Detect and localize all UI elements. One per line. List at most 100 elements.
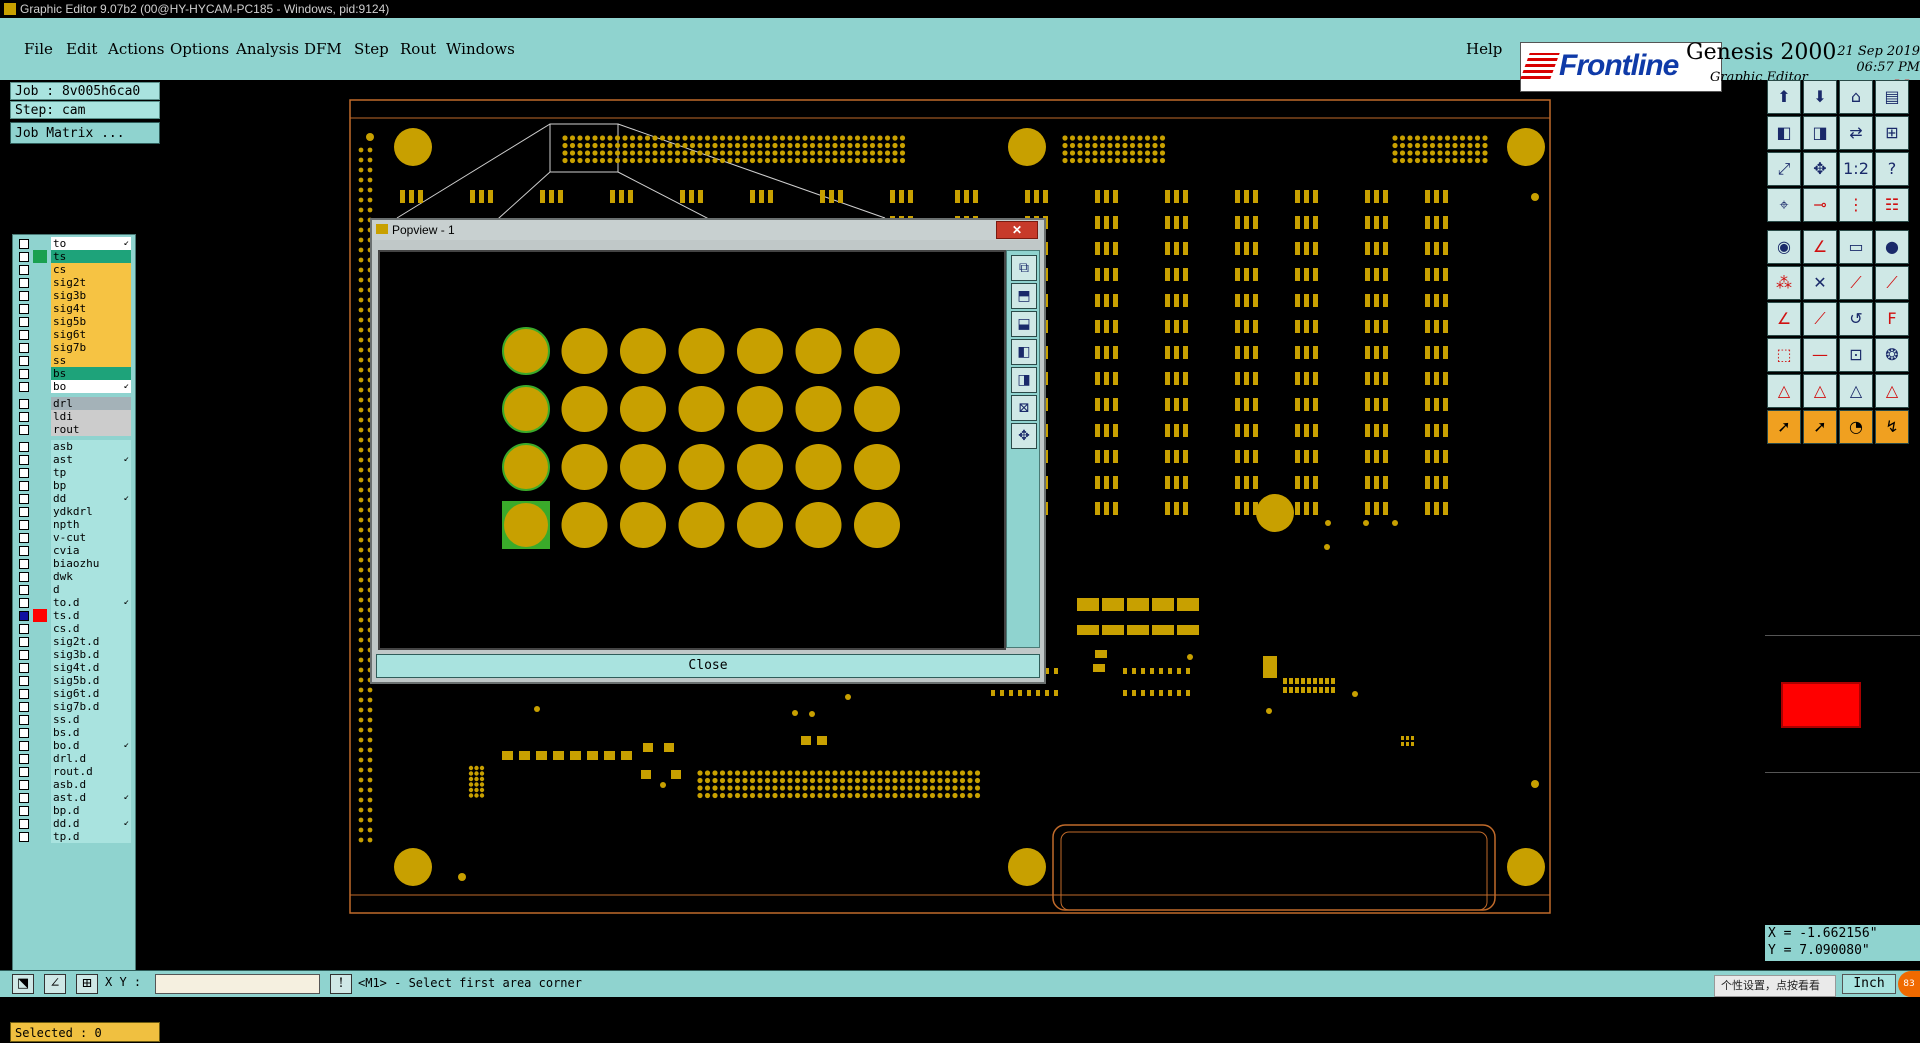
layer-marker[interactable] [33, 583, 47, 596]
line-pad-icon[interactable]: ⟋ [1839, 266, 1873, 300]
surface2-icon[interactable]: △ [1803, 374, 1837, 408]
menu-options[interactable]: Options [170, 40, 229, 58]
layer-name[interactable]: cs [51, 263, 131, 276]
layer-checkbox[interactable] [19, 780, 29, 790]
layer-name[interactable]: drl [51, 397, 131, 410]
layer-checkbox[interactable] [19, 533, 29, 543]
layer-row-sig7b[interactable]: sig7b [15, 341, 133, 355]
pan-left-icon[interactable]: ◧ [1011, 339, 1037, 365]
layer-name[interactable]: d [51, 583, 131, 596]
layer-marker[interactable] [33, 778, 47, 791]
layers-icon[interactable]: ☷ [1875, 188, 1909, 222]
layer-marker[interactable] [33, 315, 47, 328]
zoomed-pad[interactable] [737, 386, 783, 432]
layer-name[interactable]: cs.d [51, 622, 131, 635]
layer-marker[interactable] [33, 276, 47, 289]
zoomed-pad[interactable] [620, 444, 666, 490]
zoomed-pad[interactable] [620, 502, 666, 548]
zoomed-pad[interactable] [561, 502, 608, 548]
zoomed-pad[interactable] [737, 444, 783, 490]
layer-row-cvia[interactable]: cvia [15, 544, 133, 558]
layer-checkbox[interactable] [19, 624, 29, 634]
layer-name[interactable]: ts.d [51, 609, 131, 622]
zoomed-pad[interactable] [854, 502, 900, 548]
pan-left-icon[interactable]: ◧ [1767, 116, 1801, 150]
layer-marker[interactable] [33, 557, 47, 570]
layer-marker[interactable] [33, 817, 47, 830]
layer-name[interactable]: cvia [51, 544, 131, 557]
layer-row-rout[interactable]: rout [15, 423, 133, 437]
layer-checkbox[interactable] [19, 689, 29, 699]
layer-row-sig7b-d[interactable]: sig7b.d [15, 700, 133, 714]
layer-checkbox[interactable] [19, 520, 29, 530]
layer-checkbox[interactable] [19, 715, 29, 725]
layer-checkbox[interactable] [19, 585, 29, 595]
layer-row-sig2t-d[interactable]: sig2t.d [15, 635, 133, 649]
layer-row-biaozhu[interactable]: biaozhu [15, 557, 133, 571]
layer-marker[interactable] [33, 596, 47, 609]
units-selector[interactable]: Inch [1842, 974, 1896, 994]
layer-row-sig4t-d[interactable]: sig4t.d [15, 661, 133, 675]
layer-marker[interactable] [33, 674, 47, 687]
layer-row-drl[interactable]: drl [15, 397, 133, 411]
angle-icon[interactable]: ∠ [1803, 230, 1837, 264]
layer-name[interactable]: npth [51, 518, 131, 531]
ruler-icon[interactable]: ▭ [1839, 230, 1873, 264]
layer-checkbox[interactable] [19, 291, 29, 301]
layer-checkbox[interactable] [19, 330, 29, 340]
layer-name[interactable]: dd ↙ [51, 492, 131, 505]
zoom-home2-icon[interactable]: ⬇ [1803, 80, 1837, 114]
layer-marker[interactable] [33, 804, 47, 817]
zoomed-pad[interactable] [795, 386, 842, 432]
overview-map[interactable] [1765, 635, 1920, 773]
layer-marker[interactable] [33, 713, 47, 726]
layer-marker[interactable] [33, 687, 47, 700]
layer-row-bs-d[interactable]: bs.d [15, 726, 133, 740]
layer-row-bp-d[interactable]: bp.d [15, 804, 133, 818]
layer-checkbox[interactable] [19, 702, 29, 712]
layer-name[interactable]: to.d ↙ [51, 596, 131, 609]
surface3-icon[interactable]: △ [1839, 374, 1873, 408]
help-question-icon[interactable]: ? [1875, 152, 1909, 186]
layer-name[interactable]: ydkdrl [51, 505, 131, 518]
notification-badge[interactable]: 83 [1898, 971, 1920, 997]
swap-icon[interactable]: ⇄ [1839, 116, 1873, 150]
zoomed-pad[interactable] [737, 502, 783, 548]
layer-row-drl-d[interactable]: drl.d [15, 752, 133, 766]
menu-windows[interactable]: Windows [446, 40, 515, 58]
layer-name[interactable]: rout [51, 423, 131, 436]
layer-row-sig4t[interactable]: sig4t [15, 302, 133, 316]
layer-name[interactable]: sig7b [51, 341, 131, 354]
menu-file[interactable]: File [24, 40, 53, 58]
layer-marker[interactable] [33, 289, 47, 302]
layer-marker[interactable] [33, 328, 47, 341]
layer-checkbox[interactable] [19, 442, 29, 452]
zoom-fit-icon[interactable]: ⧉ [1011, 255, 1037, 281]
select-arrow2-icon[interactable]: ➚ [1803, 410, 1837, 444]
layer-checkbox[interactable] [19, 343, 29, 353]
layer-checkbox[interactable] [19, 317, 29, 327]
layer-checkbox[interactable] [19, 832, 29, 842]
layer-marker[interactable] [33, 739, 47, 752]
layer-name[interactable]: sig6t.d [51, 687, 131, 700]
layer-name[interactable]: ss [51, 354, 131, 367]
layer-checkbox[interactable] [19, 252, 29, 262]
popview-close-x-button[interactable]: ✕ [996, 221, 1038, 239]
layer-row-to[interactable]: to ↙ [15, 237, 133, 251]
menu-analysis[interactable]: Analysis [236, 40, 299, 58]
layer-marker[interactable] [33, 609, 47, 622]
layer-checkbox[interactable] [19, 767, 29, 777]
layer-checkbox[interactable] [19, 304, 29, 314]
cross-icon[interactable]: ✕ [1803, 266, 1837, 300]
zoomed-pad[interactable] [795, 502, 842, 548]
layer-name[interactable]: sig4t [51, 302, 131, 315]
layer-marker[interactable] [33, 354, 47, 367]
layer-row-bs[interactable]: bs [15, 367, 133, 381]
layer-checkbox[interactable] [19, 481, 29, 491]
layer-marker[interactable] [33, 479, 47, 492]
layer-marker[interactable] [33, 492, 47, 505]
layer-name[interactable]: ss.d [51, 713, 131, 726]
layer-checkbox[interactable] [19, 425, 29, 435]
layer-checkbox[interactable] [19, 611, 29, 621]
layer-row-ast[interactable]: ast ↙ [15, 453, 133, 467]
